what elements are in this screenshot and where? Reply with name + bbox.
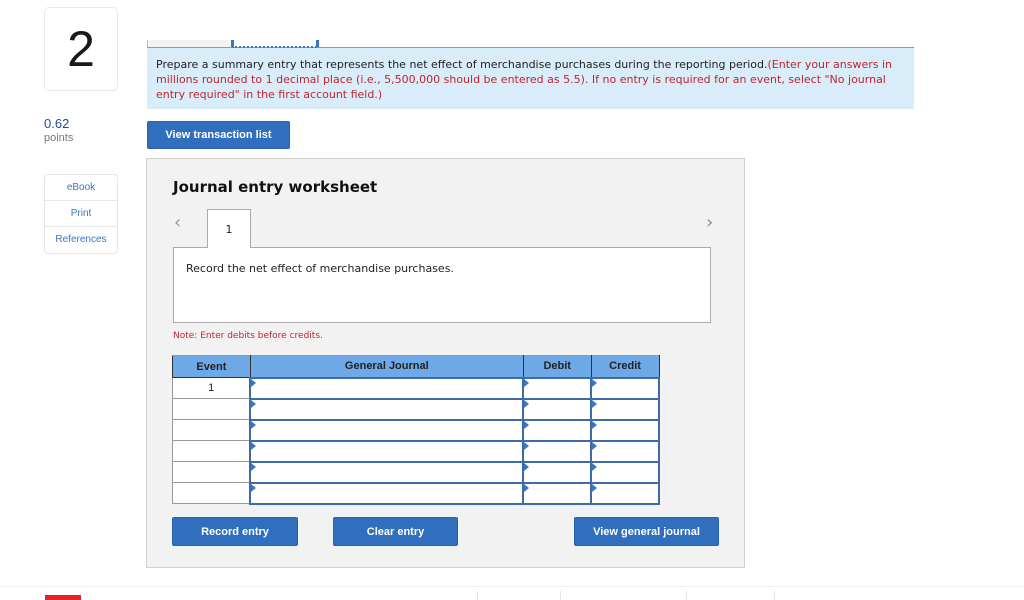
debit-credit-note: Note: Enter debits before credits. bbox=[173, 331, 323, 341]
journal-table: Event General Journal Debit Credit 1 bbox=[172, 355, 660, 505]
references-link[interactable]: References bbox=[45, 227, 117, 253]
journal-row bbox=[172, 418, 660, 442]
worksheet-title: Journal entry worksheet bbox=[173, 178, 378, 196]
credit-input[interactable] bbox=[590, 481, 660, 505]
publisher-logo bbox=[45, 595, 81, 600]
print-link[interactable]: Print bbox=[45, 201, 117, 227]
credit-input[interactable] bbox=[590, 418, 660, 442]
input-marker-icon bbox=[592, 378, 598, 387]
input-marker-icon bbox=[524, 483, 530, 492]
input-marker-icon bbox=[592, 483, 598, 492]
input-marker-icon bbox=[251, 441, 257, 450]
debit-input[interactable] bbox=[522, 481, 593, 505]
credit-input[interactable] bbox=[590, 439, 660, 463]
instruction-text: Prepare a summary entry that represents … bbox=[156, 58, 768, 71]
header-credit: Credit bbox=[590, 355, 660, 378]
input-marker-icon bbox=[251, 483, 257, 492]
instruction-box: Prepare a summary entry that represents … bbox=[147, 48, 914, 109]
input-marker-icon bbox=[251, 420, 257, 429]
event-cell bbox=[172, 419, 251, 441]
points-value: 0.62 bbox=[44, 116, 70, 131]
input-marker-icon bbox=[592, 441, 598, 450]
account-select[interactable] bbox=[249, 418, 525, 442]
debit-input[interactable] bbox=[522, 376, 593, 400]
record-entry-button[interactable]: Record entry bbox=[172, 517, 298, 546]
input-marker-icon bbox=[592, 399, 598, 408]
header-debit: Debit bbox=[522, 355, 592, 378]
journal-row bbox=[172, 481, 660, 505]
footer-separator bbox=[774, 591, 775, 600]
tab-marker bbox=[231, 40, 234, 47]
input-marker-icon bbox=[251, 378, 257, 387]
header-general-journal: General Journal bbox=[249, 355, 524, 378]
account-select[interactable] bbox=[249, 460, 525, 484]
event-cell bbox=[172, 461, 251, 483]
worksheet-tab-1[interactable]: 1 bbox=[207, 209, 251, 248]
view-general-journal-button[interactable]: View general journal bbox=[574, 517, 719, 546]
journal-entry-worksheet: Journal entry worksheet ‹ 1 › Record the… bbox=[146, 158, 745, 568]
debit-input[interactable] bbox=[522, 397, 593, 421]
input-marker-icon bbox=[592, 420, 598, 429]
account-select[interactable] bbox=[249, 397, 525, 421]
debit-input[interactable] bbox=[522, 439, 593, 463]
input-marker-icon bbox=[524, 462, 530, 471]
question-number: 2 bbox=[67, 21, 95, 77]
view-transaction-list-button[interactable]: View transaction list bbox=[147, 121, 290, 149]
header-event: Event bbox=[172, 355, 251, 378]
ebook-link[interactable]: eBook bbox=[45, 175, 117, 201]
points-label: points bbox=[44, 132, 74, 144]
event-cell bbox=[172, 482, 251, 504]
input-marker-icon bbox=[251, 462, 257, 471]
input-marker-icon bbox=[251, 399, 257, 408]
debit-input[interactable] bbox=[522, 460, 593, 484]
event-cell: 1 bbox=[172, 377, 251, 399]
credit-input[interactable] bbox=[590, 460, 660, 484]
account-select[interactable] bbox=[249, 481, 525, 505]
credit-input[interactable] bbox=[590, 397, 660, 421]
question-number-box: 2 bbox=[44, 7, 118, 91]
side-links: eBook Print References bbox=[44, 174, 118, 254]
part-tab-strip bbox=[147, 40, 914, 48]
input-marker-icon bbox=[524, 378, 530, 387]
journal-row: 1 bbox=[172, 376, 660, 400]
footer-separator bbox=[686, 591, 687, 600]
account-select[interactable] bbox=[249, 376, 525, 400]
input-marker-icon bbox=[524, 441, 530, 450]
footer-divider bbox=[0, 586, 1024, 587]
credit-input[interactable] bbox=[590, 376, 660, 400]
input-marker-icon bbox=[524, 420, 530, 429]
input-marker-icon bbox=[524, 399, 530, 408]
clear-entry-button[interactable]: Clear entry bbox=[333, 517, 458, 546]
journal-row bbox=[172, 397, 660, 421]
entry-description: Record the net effect of merchandise pur… bbox=[173, 247, 711, 323]
journal-row bbox=[172, 439, 660, 463]
debit-input[interactable] bbox=[522, 418, 593, 442]
footer-separator bbox=[477, 591, 478, 600]
tab-marker bbox=[316, 40, 319, 47]
input-marker-icon bbox=[592, 462, 598, 471]
chevron-right-icon[interactable]: › bbox=[706, 212, 713, 233]
part-tab-a[interactable] bbox=[147, 40, 232, 47]
account-select[interactable] bbox=[249, 439, 525, 463]
event-cell bbox=[172, 440, 251, 462]
event-cell bbox=[172, 398, 251, 420]
chevron-left-icon[interactable]: ‹ bbox=[174, 212, 181, 233]
journal-row bbox=[172, 460, 660, 484]
part-tab-b-active[interactable] bbox=[232, 40, 317, 48]
footer-separator bbox=[560, 591, 561, 600]
